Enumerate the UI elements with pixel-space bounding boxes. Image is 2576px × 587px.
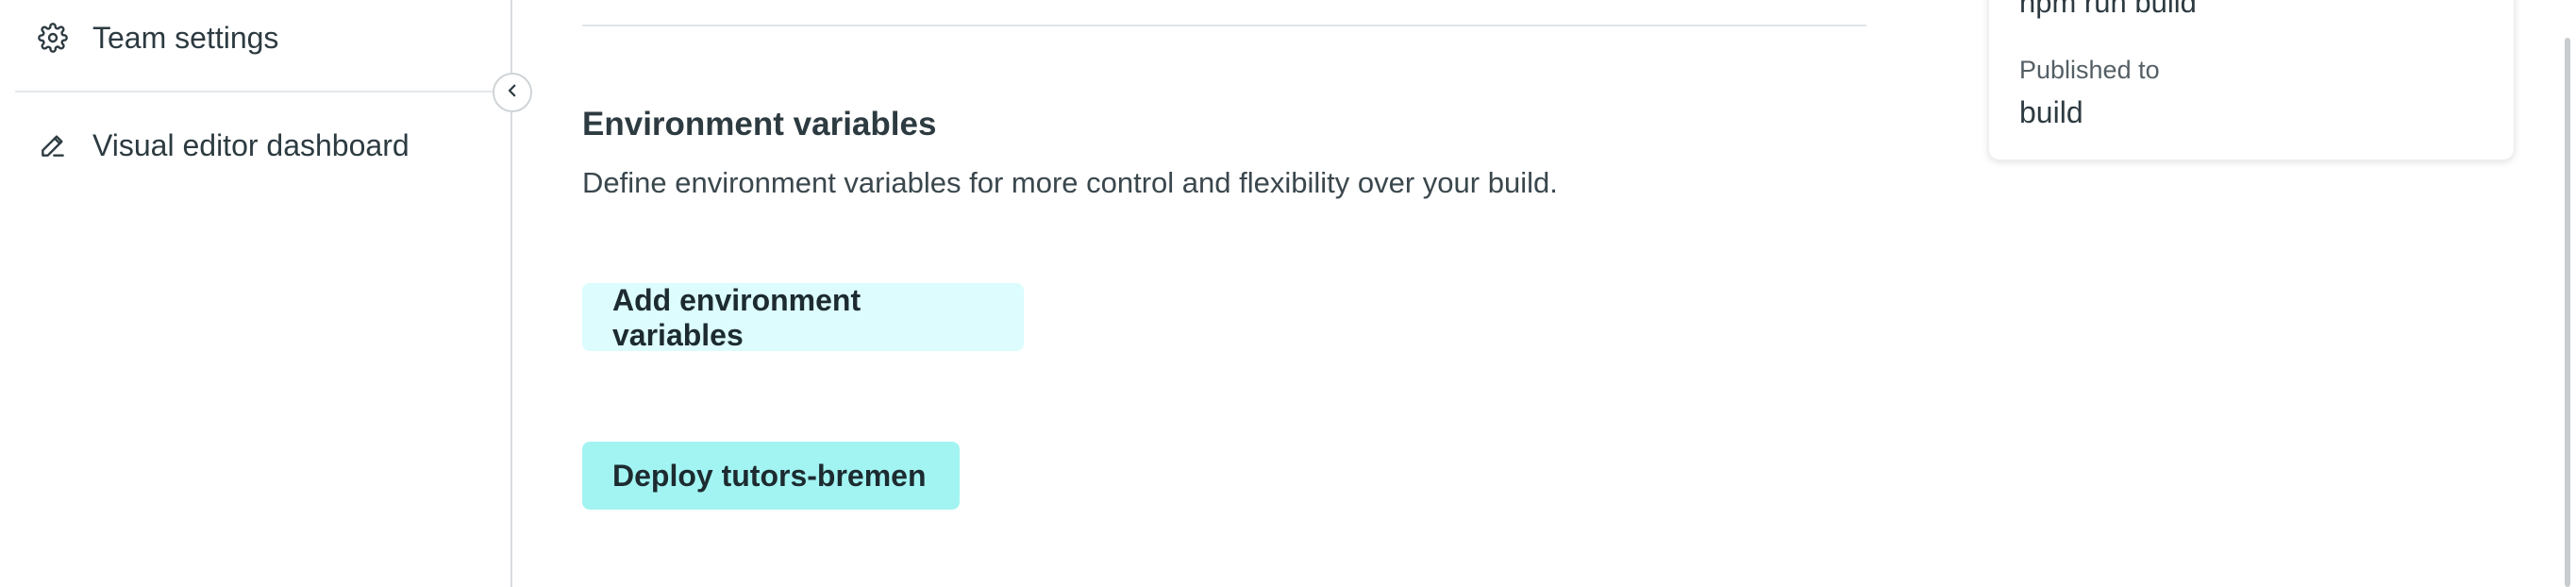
section-description: Define environment variables for more co…: [582, 166, 1558, 199]
sidebar: Team settings Visual editor dashboard: [0, 0, 512, 587]
sidebar-divider: [15, 91, 512, 92]
section-title: Environment variables: [582, 106, 937, 143]
sidebar-item-visual-editor-dashboard[interactable]: Visual editor dashboard: [15, 126, 496, 164]
deploy-settings-card: npm run build Published to build: [1988, 0, 2515, 160]
section-divider: [582, 25, 1866, 26]
build-command: npm run build: [2019, 0, 2197, 19]
deploy-button[interactable]: Deploy tutors-bremen: [582, 442, 960, 510]
sidebar-item-team-settings[interactable]: Team settings: [15, 19, 496, 57]
sidebar-collapse-button[interactable]: [493, 73, 532, 112]
pencil-icon: [34, 126, 72, 164]
published-to-label: Published to: [2019, 56, 2160, 84]
sidebar-item-label: Visual editor dashboard: [92, 127, 410, 162]
sidebar-item-label: Team settings: [92, 20, 279, 55]
published-to-value: build: [2019, 95, 2083, 129]
add-environment-variables-button[interactable]: Add environment variables: [582, 283, 1024, 352]
scrollbar-thumb[interactable]: [2565, 38, 2570, 587]
gear-icon: [34, 19, 72, 57]
chevron-left-icon: [504, 82, 521, 104]
